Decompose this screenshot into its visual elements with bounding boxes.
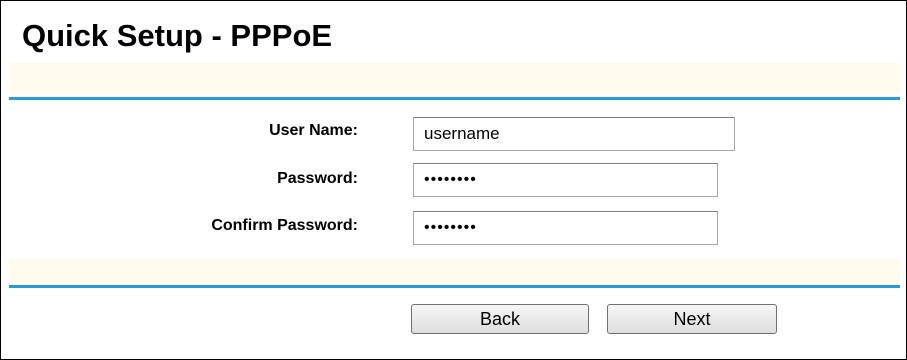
bottom-divider — [9, 285, 900, 288]
quick-setup-panel: Quick Setup - PPPoE User Name: Password:… — [0, 0, 907, 360]
footer-band — [9, 259, 900, 285]
confirm-password-label: Confirm Password: — [211, 217, 358, 234]
password-input[interactable] — [413, 163, 718, 197]
user-name-input[interactable] — [413, 117, 735, 151]
back-button[interactable]: Back — [411, 304, 589, 334]
confirm-password-input[interactable] — [413, 211, 718, 245]
page-title: Quick Setup - PPPoE — [22, 18, 333, 53]
next-button[interactable]: Next — [607, 304, 777, 334]
top-divider — [9, 97, 900, 100]
password-label: Password: — [277, 170, 358, 187]
header-band — [9, 63, 900, 94]
user-name-label: User Name: — [269, 122, 358, 139]
